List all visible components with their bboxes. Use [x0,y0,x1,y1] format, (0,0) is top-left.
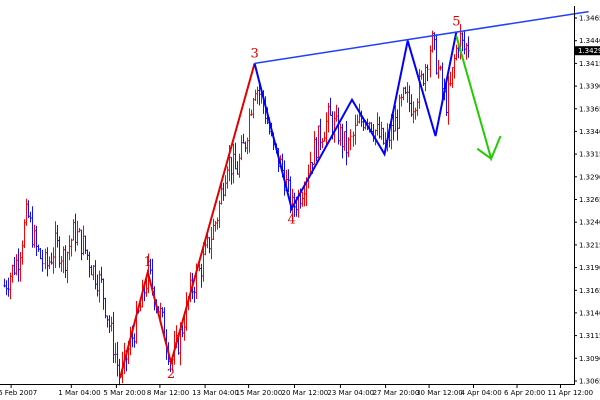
price-tick-label: 1.3465 [579,15,600,23]
elliott-wave-price-chart: 1.3465 1.3440 1.3415 1.3390 1.3365 1.3340 1.33… [0,0,600,400]
price-tick-label: 1.3365 [579,105,600,113]
wave-label-1: 1 [144,255,152,270]
price-tick-label: 1.3315 [579,151,600,159]
wave-label-2: 2 [167,367,175,382]
time-tick-label: 27 Mar 20:00 [373,389,420,397]
price-tick-label: 1.3390 [579,83,600,91]
time-tick-label: 6 Feb 2007 [0,389,37,397]
current-price-tag: 1.3429 [575,46,600,56]
price-tick-label: 1.3140 [579,309,600,317]
time-tick-label: 30 Mar 12:00 [416,389,463,397]
time-tick-label: 1 Mar 04:00 [58,389,100,397]
price-tick-label: 1.3290 [579,173,600,181]
time-tick-label: 8 Mar 12:00 [147,389,189,397]
time-tick-label: 6 Apr 20:00 [504,389,545,397]
price-tick-label: 1.3065 [579,378,600,386]
price-tick-label: 1.3190 [579,264,600,272]
time-tick-label: 11 Apr 12:00 [548,389,594,397]
price-tick-label: 1.3115 [579,332,600,340]
price-tick-label: 1.3265 [579,196,600,204]
price-tick-label: 1.3440 [579,37,600,45]
time-tick-label: 20 Mar 12:00 [282,389,329,397]
price-tick-label: 1.3090 [579,355,600,363]
wave-label-3: 3 [250,46,258,61]
price-tick-label: 1.3340 [579,128,600,136]
time-tick-label: 13 Mar 04:00 [192,389,239,397]
wave-label-4: 4 [288,213,296,228]
time-tick-label: 23 Mar 04:00 [327,389,374,397]
current-price-label: 1.3429 [578,47,600,55]
time-tick-label: 15 Mar 20:00 [236,389,283,397]
time-tick-label: 4 Apr 04:00 [461,389,502,397]
time-tick-label: 5 Mar 20:00 [103,389,145,397]
price-tick-label: 1.3215 [579,241,600,249]
price-tick-label: 1.3415 [579,60,600,68]
price-tick-label: 1.3240 [579,219,600,227]
price-tick-label: 1.3165 [579,287,600,295]
wave-label-5: 5 [452,15,460,30]
